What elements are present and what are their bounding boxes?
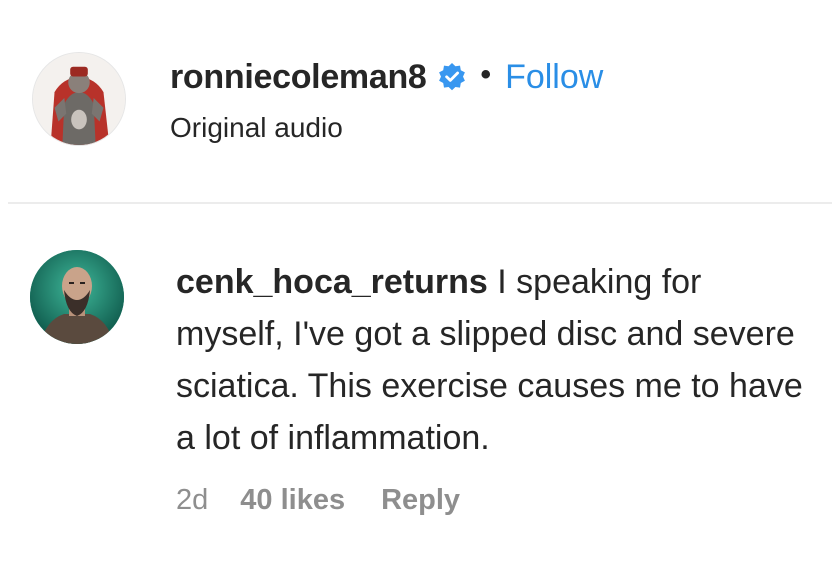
reply-button[interactable]: Reply [381, 484, 460, 517]
comment-meta: 2d 40 likes Reply [176, 480, 460, 520]
comment-likes-count[interactable]: 40 likes [240, 484, 345, 517]
profile-avatar[interactable] [32, 52, 126, 146]
comment-timestamp[interactable]: 2d [176, 484, 208, 517]
comment-username[interactable]: cenk_hoca_returns [176, 263, 488, 301]
commenter-avatar-image [30, 250, 124, 344]
original-audio-link[interactable]: Original audio [170, 112, 343, 144]
verified-badge-icon [437, 62, 467, 92]
post-username[interactable]: ronniecoleman8 [170, 58, 427, 97]
post-username-line: ronniecoleman8 • Follow [170, 52, 603, 102]
comment-item: cenk_hoca_returns I speaking for myself,… [0, 204, 840, 561]
follow-button[interactable]: Follow [505, 58, 603, 97]
comment-body: cenk_hoca_returns I speaking for myself,… [176, 256, 806, 464]
separator-dot: • [480, 58, 492, 91]
post-header: ronniecoleman8 • Follow Original audio [0, 0, 840, 200]
profile-avatar-image [33, 53, 125, 145]
commenter-avatar[interactable] [30, 250, 124, 344]
